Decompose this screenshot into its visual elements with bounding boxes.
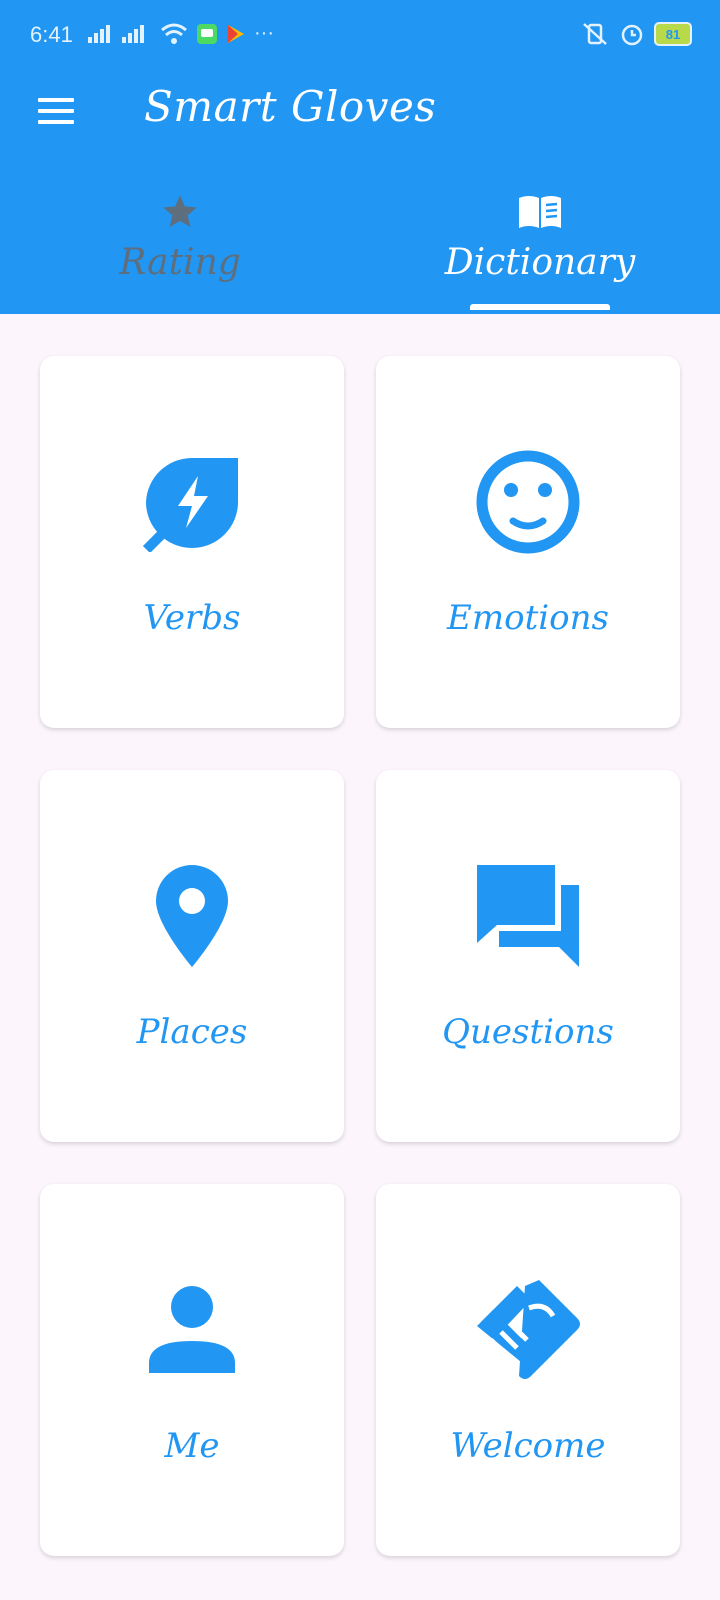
star-icon — [163, 195, 197, 227]
app-title: Smart Gloves — [144, 82, 437, 131]
category-label: Welcome — [450, 1426, 606, 1466]
leaf-bolt-icon — [142, 457, 238, 552]
status-bar: 6:41 ··· 81 — [0, 0, 720, 72]
alarm-icon — [621, 24, 643, 46]
category-card-verbs[interactable]: Verbs — [40, 356, 344, 728]
chat-bubbles-icon — [477, 865, 579, 967]
book-icon — [519, 196, 561, 228]
category-card-me[interactable]: Me — [40, 1184, 344, 1556]
category-label: Questions — [442, 1012, 614, 1052]
category-card-welcome[interactable]: Welcome — [376, 1184, 680, 1556]
message-icon — [197, 23, 217, 44]
smile-icon — [476, 450, 580, 554]
category-label: Me — [164, 1426, 220, 1466]
tab-dictionary-label: Dictionary — [444, 242, 636, 283]
category-label: Places — [136, 1012, 248, 1052]
more-notifications-icon: ··· — [254, 22, 274, 44]
tab-rating[interactable]: Rating — [0, 192, 360, 314]
play-store-icon — [228, 24, 244, 43]
location-pin-icon — [156, 865, 228, 967]
person-icon — [149, 1286, 235, 1373]
category-card-places[interactable]: Places — [40, 770, 344, 1142]
status-time: 6:41 — [30, 22, 73, 47]
wifi-icon — [161, 23, 187, 44]
category-card-emotions[interactable]: Emotions — [376, 356, 680, 728]
category-label: Emotions — [447, 598, 609, 638]
tab-indicator — [470, 304, 610, 310]
vibrate-mute-icon — [583, 23, 607, 45]
app-bar: 6:41 ··· 81 Smart Gloves Rating Dictiona… — [0, 0, 720, 314]
category-label: Verbs — [143, 598, 241, 638]
menu-icon[interactable] — [38, 98, 74, 126]
category-card-questions[interactable]: Questions — [376, 770, 680, 1142]
tab-dictionary[interactable]: Dictionary — [360, 192, 720, 314]
signal-icon — [88, 24, 144, 43]
tab-rating-label: Rating — [119, 242, 241, 283]
handshake-icon — [477, 1280, 580, 1379]
battery-indicator: 81 — [654, 22, 692, 46]
